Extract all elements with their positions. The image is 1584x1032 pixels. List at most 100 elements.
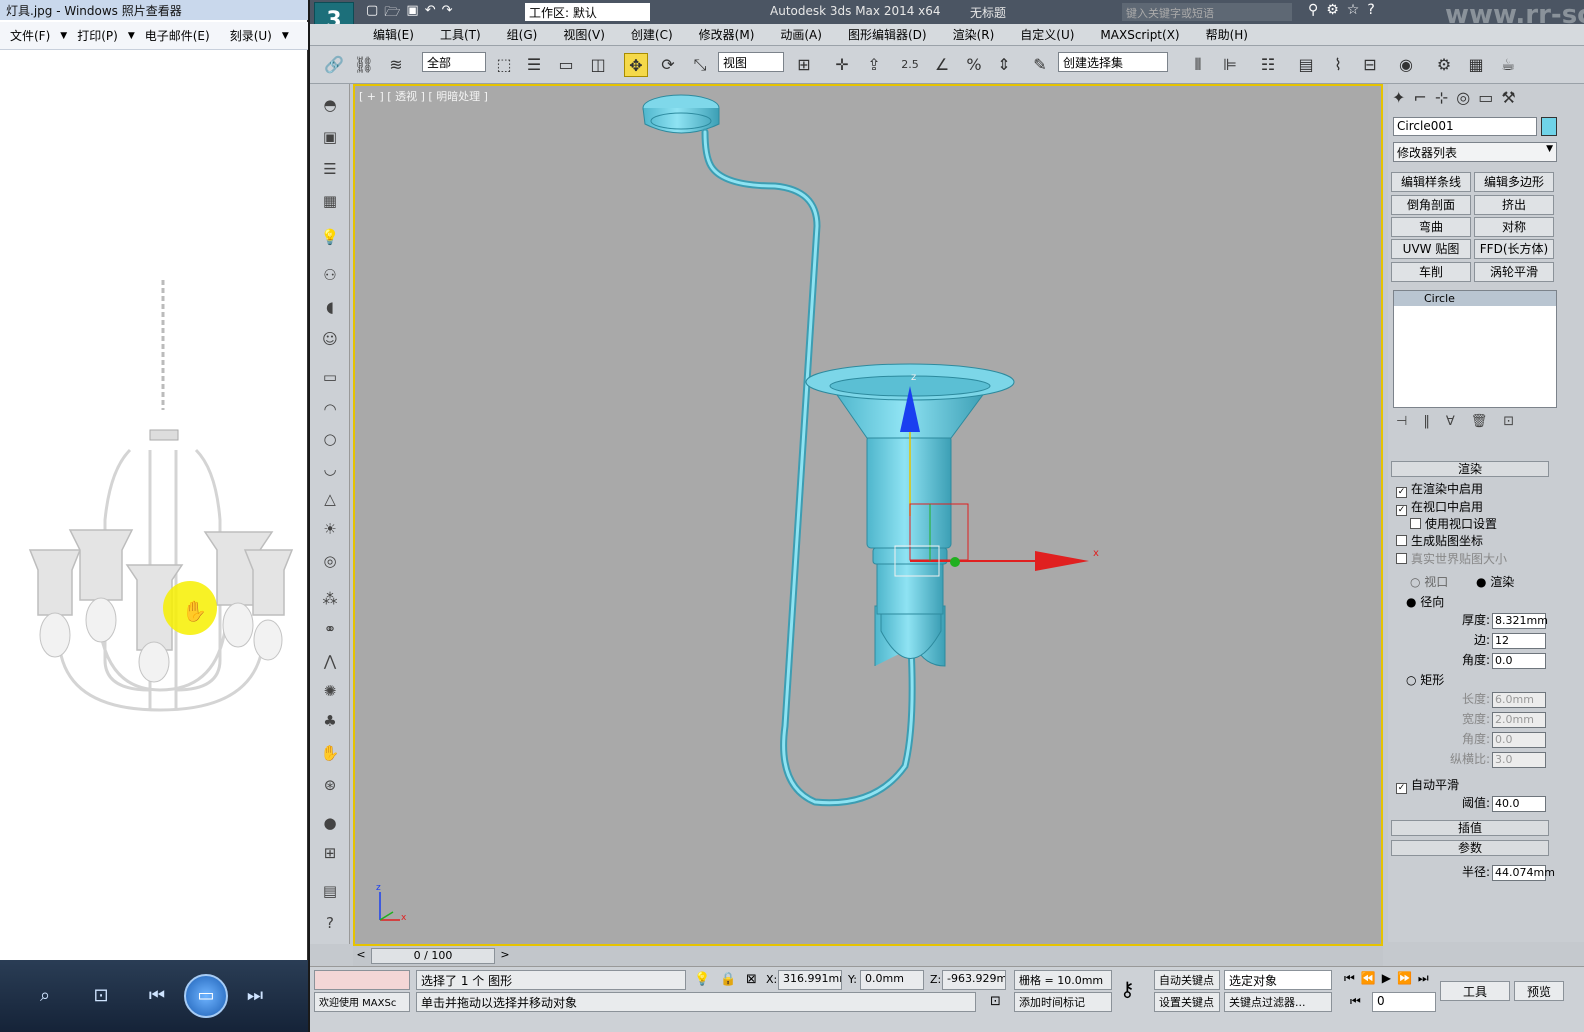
menu-edit[interactable]: 编辑(E) [360,26,427,43]
make-unique-icon[interactable]: ∀ [1446,414,1455,429]
sphere-shaded-icon[interactable]: ● [318,812,342,834]
radio-rectangular[interactable]: ○ 矩形 [1406,671,1444,688]
slideshow-button[interactable]: ▭ [184,974,228,1018]
isolate-icon[interactable]: 💡 [694,972,710,987]
layer-manager-icon[interactable]: ☷ [1256,53,1280,77]
add-time-tag[interactable]: 添加时间标记 [1014,992,1112,1012]
biped-icon[interactable]: ☺ [318,328,342,350]
workspace-dropdown[interactable]: 工作区: 默认 [525,3,650,21]
create-tab-icon[interactable]: ✦ [1392,88,1405,107]
angle-spinner[interactable]: 角度: 0.0 [1416,651,1546,669]
snaps-toggle[interactable]: 2.5 [898,53,922,77]
selection-filter-dropdown[interactable]: 全部 [422,52,486,72]
playback-controls[interactable]: ⏮⏪▶⏩⏭ [1344,971,1435,986]
mod-uvw-map-button[interactable]: UVW 贴图 [1391,239,1471,259]
thickness-value[interactable]: 8.321mm [1492,613,1548,629]
key-mode-icon[interactable]: ⚷ [1120,977,1135,1001]
render-production-icon[interactable]: ☕ [1496,53,1520,77]
length-spinner[interactable]: 长度: 6.0mm [1416,690,1546,708]
render-setup-icon[interactable]: ⚙ [1432,53,1456,77]
redo-icon[interactable]: ↷ [442,3,453,25]
width-value[interactable]: 2.0mm [1492,712,1546,728]
list-icon[interactable]: ☰ [318,158,342,180]
select-move-icon[interactable]: ✥ [624,53,648,77]
go-to-start-icon[interactable]: ⏮ [1350,994,1361,1009]
actual-size-icon[interactable]: ⊡ [86,981,116,1011]
torus-icon[interactable]: ◎ [318,550,342,572]
rollout-interpolation[interactable]: 插值 [1391,820,1549,836]
cb-enable-render[interactable]: ✓ 在渲染中启用 [1396,480,1483,498]
align-icon[interactable]: ⊫ [1218,53,1242,77]
select-rotate-icon[interactable]: ⟳ [656,53,680,77]
display-tab-icon[interactable]: ▭ [1478,88,1493,107]
mod-lathe-button[interactable]: 车削 [1391,262,1471,282]
threshold-value[interactable]: 40.0 [1492,796,1546,812]
mod-bend-button[interactable]: 弯曲 [1391,217,1471,237]
length-value[interactable]: 6.0mm [1492,692,1546,708]
open-icon[interactable]: 🗁 [384,3,400,25]
thickness-spinner[interactable]: 厚度: 8.321mm [1416,611,1548,629]
time-slider[interactable]: < 0 / 100 > [353,946,1383,966]
search-input[interactable]: 键入关键字或短语 [1122,3,1292,21]
rect-angle-value[interactable]: 0.0 [1492,732,1546,748]
key-filters-button[interactable]: 关键点过滤器... [1224,992,1332,1012]
tools-button[interactable]: 工具 [1440,981,1510,1001]
utilities-tab-icon[interactable]: ⚒ [1501,88,1515,107]
sphere-icon[interactable]: ○ [318,428,342,450]
camera-icon[interactable]: ⚇ [318,264,342,286]
aspect-spinner[interactable]: 纵横比: 3.0 [1416,750,1546,768]
rect-angle-spinner[interactable]: 角度: 0.0 [1416,730,1546,748]
rollout-rendering[interactable]: 渲染 [1391,461,1549,477]
y-coordinate-field[interactable]: 0.0mm [860,970,924,990]
width-spinner[interactable]: 宽度: 2.0mm [1416,710,1546,728]
threshold-spinner[interactable]: 阈值: 40.0 [1416,794,1546,812]
select-scale-icon[interactable]: ⤡ [688,53,712,77]
motion-tab-icon[interactable]: ◎ [1456,88,1470,107]
menu-file[interactable]: 文件(F) [0,27,60,44]
new-icon[interactable]: ▢ [366,3,378,25]
radio-radial[interactable]: ● 径向 [1406,593,1444,610]
cb-gen-mapping[interactable]: 生成贴图坐标 [1396,532,1483,549]
script-icon[interactable]: ▤ [318,880,342,902]
time-tag-icon[interactable]: ⊡ [990,994,1001,1009]
scene-explorer-icon[interactable]: ⊞ [318,842,342,864]
angle-snap-icon[interactable]: ∠ [930,53,954,77]
undo-icon[interactable]: ↶ [425,3,436,25]
render-frame-icon[interactable]: ▦ [1464,53,1488,77]
menu-group[interactable]: 组(G) [494,26,551,43]
hierarchy-tab-icon[interactable]: ⊹ [1435,88,1448,107]
aspect-value[interactable]: 3.0 [1492,752,1546,768]
dome-icon[interactable]: ◠ [318,398,342,420]
menu-customize[interactable]: 自定义(U) [1007,26,1087,43]
mod-extrude-button[interactable]: 挤出 [1474,195,1554,215]
absolute-mode-icon[interactable]: ⊠ [746,972,757,987]
zoom-icon[interactable]: ⌕ [30,981,60,1011]
mod-edit-poly-button[interactable]: 编辑多边形 [1474,172,1554,192]
auto-key-button[interactable]: 自动关键点 [1154,970,1220,990]
mirror-icon[interactable]: ⫴ [1186,53,1210,77]
menu-create[interactable]: 创建(C) [618,26,686,43]
named-selection-dropdown[interactable]: 创建选择集 [1058,52,1168,72]
edit-named-sets-icon[interactable]: ✎ [1028,53,1052,77]
infocenter-icons[interactable]: ⚲⚙☆? [1308,2,1383,18]
foliage-icon[interactable]: ♣ [318,710,342,732]
save-icon[interactable]: ▣ [406,3,418,25]
select-object-icon[interactable]: ⬚ [492,53,516,77]
schematic-view-icon[interactable]: ⊟ [1358,53,1382,77]
sound-icon[interactable]: ◖ [318,296,342,318]
menu-views[interactable]: 视图(V) [550,26,618,43]
bone-icon[interactable]: ⚭ [318,618,342,640]
preview-button[interactable]: 预览 [1514,981,1564,1001]
menu-email[interactable]: 电子邮件(E) [135,27,220,44]
menu-burn[interactable]: 刻录(U) [220,27,282,44]
menu-tools[interactable]: 工具(T) [427,26,494,43]
pin-stack-icon[interactable]: ⊣ [1396,414,1407,429]
cb-enable-viewport[interactable]: ✓ 在视口中启用 [1396,498,1483,516]
bind-spacewarp-icon[interactable]: ≋ [384,53,408,77]
menu-graph-editors[interactable]: 图形编辑器(D) [835,26,940,43]
hand-icon[interactable]: ✋ [318,742,342,764]
cb-auto-smooth[interactable]: ✓ 自动平滑 [1396,776,1459,794]
object-color-swatch[interactable] [1541,117,1557,136]
curve-editor-icon[interactable]: ⌇ [1326,53,1350,77]
modify-tab-icon[interactable]: ⌐ [1413,88,1426,107]
